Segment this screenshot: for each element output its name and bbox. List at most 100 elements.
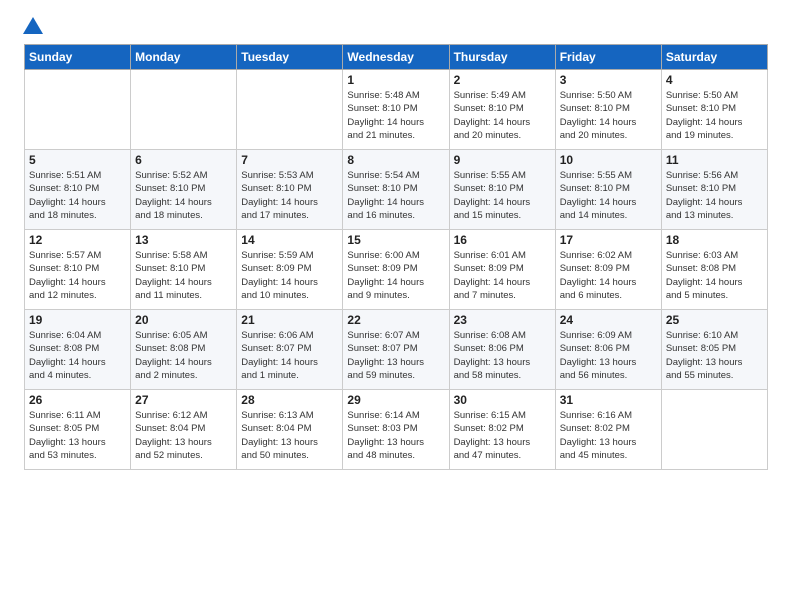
day-info: Sunrise: 6:01 AM Sunset: 8:09 PM Dayligh…: [454, 249, 551, 302]
day-cell-27: 27 Sunrise: 6:12 AM Sunset: 8:04 PM Dayli…: [131, 390, 237, 470]
day-number: 25: [666, 313, 763, 327]
day-number: 17: [560, 233, 657, 247]
day-info: Sunrise: 6:08 AM Sunset: 8:06 PM Dayligh…: [454, 329, 551, 382]
day-info: Sunrise: 5:49 AM Sunset: 8:10 PM Dayligh…: [454, 89, 551, 142]
day-number: 29: [347, 393, 444, 407]
day-cell-6: 6Sunrise: 5:52 AM Sunset: 8:10 PM Daylig…: [131, 150, 237, 230]
day-number: 7: [241, 153, 338, 167]
day-info: Sunrise: 6:06 AM Sunset: 8:07 PM Dayligh…: [241, 329, 338, 382]
weekday-wednesday: Wednesday: [343, 45, 449, 70]
day-cell-15: 15 Sunrise: 6:00 AM Sunset: 8:09 PM Dayli…: [343, 230, 449, 310]
day-info: Sunrise: 5:51 AM Sunset: 8:10 PM Dayligh…: [29, 169, 126, 222]
weekday-saturday: Saturday: [661, 45, 767, 70]
day-info: Sunrise: 5:59 AM Sunset: 8:09 PM Dayligh…: [241, 249, 338, 302]
day-cell-30: 30Sunrise: 6:15 AM Sunset: 8:02 PM Dayli…: [449, 390, 555, 470]
day-cell-13: 13 Sunrise: 5:58 AM Sunset: 8:10 PM Dayli…: [131, 230, 237, 310]
day-info: Sunrise: 6:10 AM Sunset: 8:05 PM Dayligh…: [666, 329, 763, 382]
day-info: Sunrise: 6:02 AM Sunset: 8:09 PM Dayligh…: [560, 249, 657, 302]
day-number: 4: [666, 73, 763, 87]
day-info: Sunrise: 6:00 AM Sunset: 8:09 PM Dayligh…: [347, 249, 444, 302]
day-cell-18: 18 Sunrise: 6:03 AM Sunset: 8:08 PM Dayli…: [661, 230, 767, 310]
day-cell-4: 4 Sunrise: 5:50 AM Sunset: 8:10 PM Daylig…: [661, 70, 767, 150]
day-cell-19: 19Sunrise: 6:04 AM Sunset: 8:08 PM Dayli…: [25, 310, 131, 390]
day-cell-5: 5 Sunrise: 5:51 AM Sunset: 8:10 PM Daylig…: [25, 150, 131, 230]
day-info: Sunrise: 6:12 AM Sunset: 8:04 PM Dayligh…: [135, 409, 232, 462]
day-number: 6: [135, 153, 232, 167]
day-cell-31: 31 Sunrise: 6:16 AM Sunset: 8:02 PM Dayli…: [555, 390, 661, 470]
day-info: Sunrise: 5:50 AM Sunset: 8:10 PM Dayligh…: [560, 89, 657, 142]
day-cell-28: 28 Sunrise: 6:13 AM Sunset: 8:04 PM Dayli…: [237, 390, 343, 470]
day-number: 26: [29, 393, 126, 407]
day-number: 20: [135, 313, 232, 327]
day-cell-23: 23 Sunrise: 6:08 AM Sunset: 8:06 PM Dayli…: [449, 310, 555, 390]
day-number: 22: [347, 313, 444, 327]
day-number: 21: [241, 313, 338, 327]
logo: [20, 14, 46, 38]
day-number: 10: [560, 153, 657, 167]
day-number: 24: [560, 313, 657, 327]
day-cell-24: 24 Sunrise: 6:09 AM Sunset: 8:06 PM Dayli…: [555, 310, 661, 390]
day-cell-16: 16 Sunrise: 6:01 AM Sunset: 8:09 PM Dayli…: [449, 230, 555, 310]
weekday-sunday: Sunday: [25, 45, 131, 70]
day-info: Sunrise: 5:50 AM Sunset: 8:10 PM Dayligh…: [666, 89, 763, 142]
empty-cell: [661, 390, 767, 470]
day-cell-3: 3 Sunrise: 5:50 AM Sunset: 8:10 PM Daylig…: [555, 70, 661, 150]
day-cell-29: 29Sunrise: 6:14 AM Sunset: 8:03 PM Dayli…: [343, 390, 449, 470]
day-cell-17: 17 Sunrise: 6:02 AM Sunset: 8:09 PM Dayli…: [555, 230, 661, 310]
weekday-thursday: Thursday: [449, 45, 555, 70]
day-info: Sunrise: 6:16 AM Sunset: 8:02 PM Dayligh…: [560, 409, 657, 462]
day-number: 9: [454, 153, 551, 167]
logo-icon: [21, 14, 45, 38]
day-number: 12: [29, 233, 126, 247]
day-info: Sunrise: 6:15 AM Sunset: 8:02 PM Dayligh…: [454, 409, 551, 462]
day-cell-8: 8 Sunrise: 5:54 AM Sunset: 8:10 PM Daylig…: [343, 150, 449, 230]
day-cell-9: 9 Sunrise: 5:55 AM Sunset: 8:10 PM Daylig…: [449, 150, 555, 230]
day-number: 18: [666, 233, 763, 247]
empty-cell: [131, 70, 237, 150]
day-info: Sunrise: 6:11 AM Sunset: 8:05 PM Dayligh…: [29, 409, 126, 462]
day-info: Sunrise: 5:56 AM Sunset: 8:10 PM Dayligh…: [666, 169, 763, 222]
day-info: Sunrise: 5:55 AM Sunset: 8:10 PM Dayligh…: [560, 169, 657, 222]
week-row-4: 26 Sunrise: 6:11 AM Sunset: 8:05 PM Dayli…: [25, 390, 768, 470]
day-number: 28: [241, 393, 338, 407]
day-number: 3: [560, 73, 657, 87]
day-number: 8: [347, 153, 444, 167]
day-cell-22: 22 Sunrise: 6:07 AM Sunset: 8:07 PM Dayli…: [343, 310, 449, 390]
day-cell-7: 7 Sunrise: 5:53 AM Sunset: 8:10 PM Daylig…: [237, 150, 343, 230]
week-row-2: 12 Sunrise: 5:57 AM Sunset: 8:10 PM Dayli…: [25, 230, 768, 310]
day-number: 1: [347, 73, 444, 87]
day-number: 2: [454, 73, 551, 87]
page: SundayMondayTuesdayWednesdayThursdayFrid…: [0, 0, 792, 612]
day-cell-21: 21 Sunrise: 6:06 AM Sunset: 8:07 PM Dayli…: [237, 310, 343, 390]
day-cell-11: 11 Sunrise: 5:56 AM Sunset: 8:10 PM Dayli…: [661, 150, 767, 230]
day-info: Sunrise: 6:07 AM Sunset: 8:07 PM Dayligh…: [347, 329, 444, 382]
day-number: 5: [29, 153, 126, 167]
day-number: 11: [666, 153, 763, 167]
day-info: Sunrise: 5:55 AM Sunset: 8:10 PM Dayligh…: [454, 169, 551, 222]
day-number: 13: [135, 233, 232, 247]
day-cell-1: 1 Sunrise: 5:48 AM Sunset: 8:10 PM Daylig…: [343, 70, 449, 150]
day-info: Sunrise: 5:58 AM Sunset: 8:10 PM Dayligh…: [135, 249, 232, 302]
day-info: Sunrise: 6:05 AM Sunset: 8:08 PM Dayligh…: [135, 329, 232, 382]
day-info: Sunrise: 5:54 AM Sunset: 8:10 PM Dayligh…: [347, 169, 444, 222]
day-number: 23: [454, 313, 551, 327]
day-info: Sunrise: 6:03 AM Sunset: 8:08 PM Dayligh…: [666, 249, 763, 302]
day-number: 19: [29, 313, 126, 327]
day-number: 31: [560, 393, 657, 407]
day-number: 15: [347, 233, 444, 247]
day-cell-26: 26 Sunrise: 6:11 AM Sunset: 8:05 PM Dayli…: [25, 390, 131, 470]
day-info: Sunrise: 5:48 AM Sunset: 8:10 PM Dayligh…: [347, 89, 444, 142]
calendar-table: SundayMondayTuesdayWednesdayThursdayFrid…: [24, 44, 768, 470]
week-row-0: 1 Sunrise: 5:48 AM Sunset: 8:10 PM Daylig…: [25, 70, 768, 150]
day-number: 16: [454, 233, 551, 247]
day-info: Sunrise: 6:13 AM Sunset: 8:04 PM Dayligh…: [241, 409, 338, 462]
day-info: Sunrise: 5:53 AM Sunset: 8:10 PM Dayligh…: [241, 169, 338, 222]
weekday-monday: Monday: [131, 45, 237, 70]
day-cell-12: 12 Sunrise: 5:57 AM Sunset: 8:10 PM Dayli…: [25, 230, 131, 310]
day-cell-2: 2 Sunrise: 5:49 AM Sunset: 8:10 PM Daylig…: [449, 70, 555, 150]
day-info: Sunrise: 5:57 AM Sunset: 8:10 PM Dayligh…: [29, 249, 126, 302]
day-info: Sunrise: 6:09 AM Sunset: 8:06 PM Dayligh…: [560, 329, 657, 382]
week-row-3: 19Sunrise: 6:04 AM Sunset: 8:08 PM Dayli…: [25, 310, 768, 390]
week-row-1: 5 Sunrise: 5:51 AM Sunset: 8:10 PM Daylig…: [25, 150, 768, 230]
day-number: 27: [135, 393, 232, 407]
